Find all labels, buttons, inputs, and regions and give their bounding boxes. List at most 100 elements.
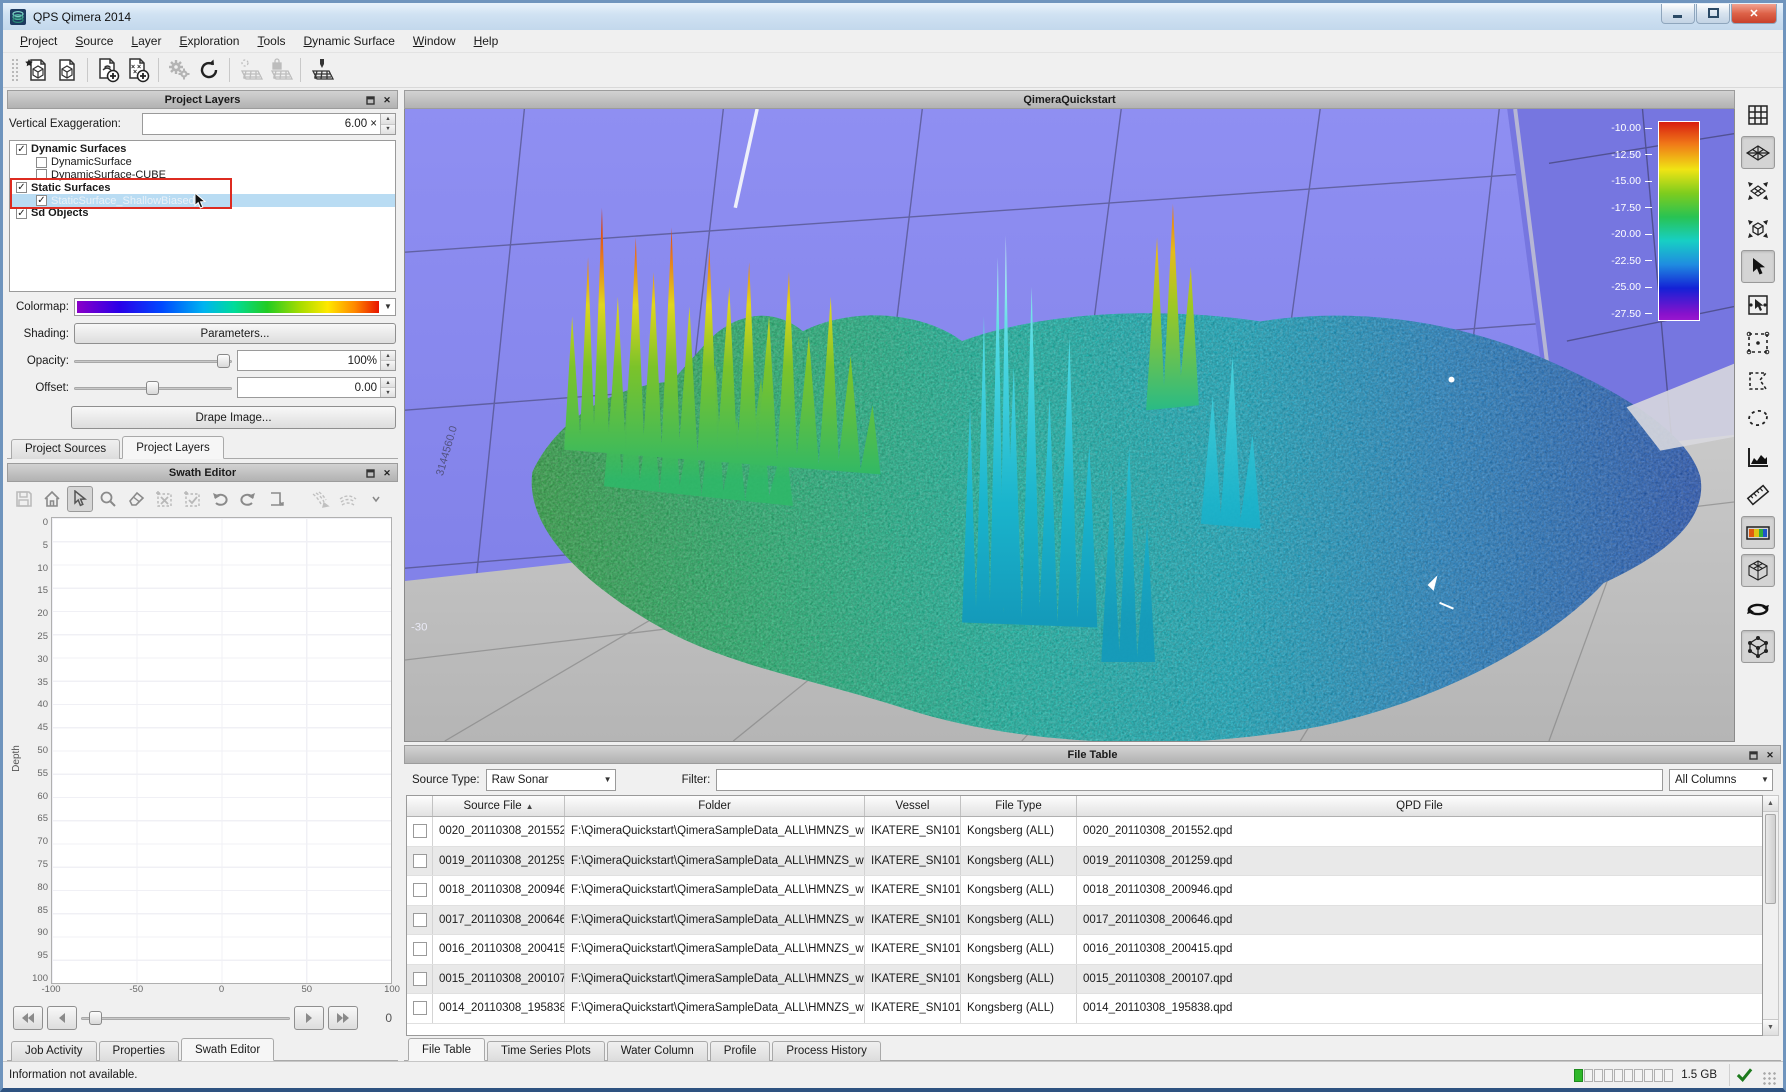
- layer-checkbox[interactable]: ✓: [16, 144, 27, 155]
- tab-job-activity[interactable]: Job Activity: [11, 1041, 97, 1061]
- pointer-button[interactable]: [1741, 250, 1775, 283]
- table-row[interactable]: 0017_20110308_200646.allF:\QimeraQuickst…: [407, 906, 1762, 936]
- status-ok-check-icon[interactable]: [1729, 1064, 1753, 1086]
- last-frame-button[interactable]: [328, 1006, 358, 1030]
- close-panel-icon[interactable]: ✕: [380, 466, 394, 480]
- float-panel-icon[interactable]: [363, 93, 377, 107]
- pointer-button[interactable]: [67, 486, 93, 512]
- table-row[interactable]: 0020_20110308_201552.allF:\QimeraQuickst…: [407, 817, 1762, 847]
- tab-project-layers[interactable]: Project Layers: [122, 436, 224, 459]
- next-frame-button[interactable]: [294, 1006, 324, 1030]
- 3d-edit-tool-button[interactable]: [1741, 630, 1775, 663]
- row-checkbox[interactable]: [413, 854, 427, 868]
- row-checkbox[interactable]: [413, 972, 427, 986]
- tab-profile[interactable]: Profile: [710, 1041, 771, 1061]
- toolbar-grip[interactable]: [11, 58, 18, 82]
- rectangle-select-button[interactable]: [1741, 326, 1775, 359]
- menu-window[interactable]: Window: [404, 31, 465, 51]
- close-panel-icon[interactable]: ✕: [380, 93, 394, 107]
- float-panel-icon[interactable]: [363, 466, 377, 480]
- zoom-extents-2d-button[interactable]: [1741, 174, 1775, 207]
- row-checkbox[interactable]: [413, 824, 427, 838]
- previous-frame-button[interactable]: [47, 1006, 77, 1030]
- refresh-button[interactable]: [194, 55, 224, 85]
- tab-project-sources[interactable]: Project Sources: [11, 439, 120, 459]
- layer-checkbox[interactable]: [36, 169, 47, 180]
- reject-selection-button[interactable]: [151, 486, 177, 512]
- lasso-select-button[interactable]: [1741, 402, 1775, 435]
- column-header-vessel[interactable]: Vessel: [865, 796, 961, 816]
- scroll-down-icon[interactable]: ▼: [1763, 1019, 1778, 1035]
- grid-view-button[interactable]: [1741, 98, 1775, 131]
- swath-plot-canvas[interactable]: [51, 517, 392, 984]
- tab-time-series-plots[interactable]: Time Series Plots: [487, 1041, 605, 1061]
- exit-edit-button[interactable]: [263, 486, 289, 512]
- colormap-dropdown[interactable]: ▼: [74, 298, 396, 316]
- menu-source[interactable]: Source: [66, 31, 122, 51]
- add-processed-points-files-button[interactable]: × ××: [123, 55, 153, 85]
- float-panel-icon[interactable]: [1746, 748, 1760, 762]
- table-row[interactable]: 0015_20110308_200107.allF:\QimeraQuickst…: [407, 965, 1762, 995]
- resize-grip[interactable]: [1763, 1072, 1777, 1086]
- colormap-tool-button[interactable]: [1741, 516, 1775, 549]
- rotate-view-button[interactable]: [1741, 592, 1775, 625]
- drape-image-button[interactable]: Drape Image...: [71, 406, 396, 429]
- undo-button[interactable]: [207, 486, 233, 512]
- close-panel-icon[interactable]: ✕: [1763, 748, 1777, 762]
- new-project-button[interactable]: [22, 55, 52, 85]
- table-row[interactable]: 0019_20110308_201259.allF:\QimeraQuickst…: [407, 847, 1762, 877]
- menu-project[interactable]: Project: [11, 31, 66, 51]
- tab-swath-editor[interactable]: Swath Editor: [181, 1038, 274, 1061]
- tab-process-history[interactable]: Process History: [772, 1041, 881, 1061]
- pick-select-button[interactable]: [1741, 288, 1775, 321]
- tab-file-table[interactable]: File Table: [408, 1038, 485, 1061]
- menu-dynamic-surface[interactable]: Dynamic Surface: [295, 31, 404, 51]
- open-project-button[interactable]: [52, 55, 82, 85]
- layer-item-dynamicsurface-cube[interactable]: DynamicSurface-CUBE: [10, 169, 395, 182]
- table-scrollbar[interactable]: ▲ ▼: [1763, 795, 1779, 1036]
- create-dynamic-surface-button[interactable]: [235, 55, 265, 85]
- tab-water-column[interactable]: Water Column: [607, 1041, 708, 1061]
- table-row[interactable]: 0016_20110308_200415.allF:\QimeraQuickst…: [407, 935, 1762, 965]
- menu-tools[interactable]: Tools: [248, 31, 294, 51]
- column-header-file-type[interactable]: File Type: [961, 796, 1077, 816]
- surface-mesh-toggle-button[interactable]: [1741, 554, 1775, 587]
- first-frame-button[interactable]: [13, 1006, 43, 1030]
- offset-slider[interactable]: [74, 379, 232, 397]
- polygon-select-button[interactable]: [1741, 364, 1775, 397]
- lock-dynamic-surface-button[interactable]: [265, 55, 295, 85]
- beam-filter-1-button[interactable]: [307, 486, 333, 512]
- table-row[interactable]: 0014_20110308_195838.allF:\QimeraQuickst…: [407, 994, 1762, 1024]
- row-checkbox[interactable]: [413, 913, 427, 927]
- layer-item-dynamic-surfaces[interactable]: ✓Dynamic Surfaces: [10, 143, 395, 156]
- menu-layer[interactable]: Layer: [122, 31, 170, 51]
- more-options-button[interactable]: [363, 486, 389, 512]
- zoom-extents-3d-button[interactable]: [1741, 212, 1775, 245]
- frame-slider[interactable]: [81, 1009, 290, 1027]
- vertical-exaggeration-spinner[interactable]: ▲▼: [380, 114, 395, 134]
- maximize-button[interactable]: [1696, 4, 1730, 24]
- accept-selection-button[interactable]: [179, 486, 205, 512]
- layer-item-dynamicsurface[interactable]: DynamicSurface: [10, 156, 395, 169]
- offset-input[interactable]: 0.00 ▲▼: [237, 377, 397, 398]
- opacity-slider[interactable]: [74, 352, 232, 370]
- shading-parameters-button[interactable]: Parameters...: [74, 323, 396, 344]
- layer-checkbox[interactable]: ✓: [16, 182, 27, 193]
- zoom-button[interactable]: [95, 486, 121, 512]
- vertical-exaggeration-input[interactable]: 6.00 × ▲▼: [142, 113, 396, 135]
- table-row[interactable]: 0018_20110308_200946.allF:\QimeraQuickst…: [407, 876, 1762, 906]
- beam-filter-2-button[interactable]: [335, 486, 361, 512]
- opacity-spinner[interactable]: ▲▼: [380, 351, 395, 370]
- columns-dropdown[interactable]: All Columns ▼: [1669, 769, 1773, 791]
- settings-gears-button[interactable]: [164, 55, 194, 85]
- flat-surface-view-button[interactable]: [1741, 136, 1775, 169]
- column-header-qpd-file[interactable]: QPD File: [1077, 796, 1762, 816]
- eraser-button[interactable]: [123, 486, 149, 512]
- scene-3d-view[interactable]: 3144560.0 -30: [404, 109, 1735, 742]
- row-checkbox[interactable]: [413, 942, 427, 956]
- scroll-up-icon[interactable]: ▲: [1763, 796, 1778, 812]
- row-checkbox[interactable]: [413, 883, 427, 897]
- minimize-button[interactable]: [1661, 4, 1695, 24]
- menu-help[interactable]: Help: [465, 31, 508, 51]
- layer-checkbox[interactable]: ✓: [36, 195, 47, 206]
